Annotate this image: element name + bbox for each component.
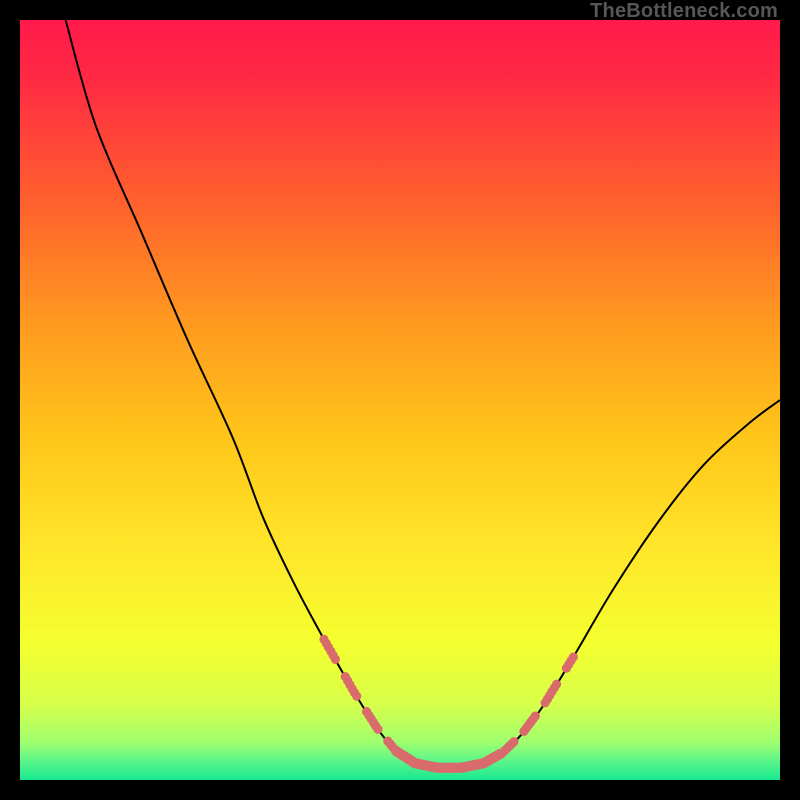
curve-marker [509, 737, 518, 746]
bottleneck-chart [20, 20, 780, 780]
curve-marker [331, 655, 340, 664]
curve-marker [531, 712, 540, 721]
chart-frame [20, 20, 780, 780]
curve-marker [373, 725, 382, 734]
gradient-background [20, 20, 780, 780]
watermark-text: TheBottleneck.com [590, 0, 778, 23]
curve-marker [352, 692, 361, 701]
curve-marker [569, 652, 578, 661]
curve-marker [552, 680, 561, 689]
